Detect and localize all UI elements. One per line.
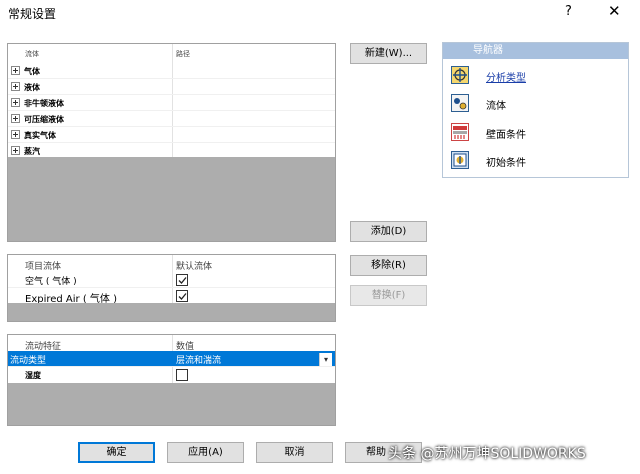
fluid-icon (451, 94, 469, 112)
flow-characteristics-panel: 流动特征 数值 流动类型 层流和湍流 ▾ 湿度 (7, 334, 336, 426)
flow-panel-empty-area (8, 383, 335, 425)
navigator-panel: 导航器 分析类型 流体 壁面条件 初始条件 (442, 42, 629, 178)
fluid-category-label: 蒸汽 (24, 147, 40, 156)
fluid-category-row[interactable]: 气体 (8, 63, 335, 79)
analysis-type-icon (451, 66, 469, 84)
expand-icon[interactable] (11, 114, 20, 123)
default-fluid-header: 默认流体 (176, 262, 213, 272)
fluid-category-row[interactable]: 液体 (8, 79, 335, 95)
humidity-checkbox[interactable] (176, 369, 188, 381)
fluid-category-label: 液体 (24, 83, 40, 92)
fluid-category-row[interactable]: 可压缩液体 (8, 111, 335, 127)
nav-item-label: 初始条件 (486, 158, 526, 169)
expand-icon[interactable] (11, 146, 20, 155)
fluids-header-fluid: 流体 (25, 50, 39, 58)
default-fluid-checkbox[interactable] (176, 274, 188, 286)
flow-type-dropdown[interactable]: 层流和湍流 ▾ (173, 352, 334, 366)
fluids-library-panel: 流体 路径 气体 液体 非牛顿液体 可压缩液体 真实气体 蒸汽 (7, 43, 336, 242)
project-fluid-label: 空气 ( 气体 ) (25, 277, 77, 287)
watermark-text: 头条 @苏州万坤SOLIDWORKS (388, 446, 586, 462)
expand-icon[interactable] (11, 98, 20, 107)
nav-item-analysis-type[interactable]: 分析类型 (449, 65, 624, 87)
add-button[interactable]: 添加(D) (350, 221, 427, 242)
humidity-row[interactable]: 湿度 (8, 367, 335, 383)
remove-button[interactable]: 移除(R) (350, 255, 427, 276)
expand-icon[interactable] (11, 82, 20, 91)
fluid-category-label: 可压缩液体 (24, 115, 64, 124)
help-icon[interactable]: ? (565, 4, 572, 19)
project-fluid-row[interactable]: 空气 ( 气体 ) (8, 272, 335, 288)
ok-button[interactable]: 确定 (78, 442, 155, 463)
navigator-title: 导航器 (443, 43, 628, 59)
new-button[interactable]: 新建(W)... (350, 43, 427, 64)
project-fluids-header: 项目流体 (25, 262, 62, 272)
project-fluids-empty-area (8, 303, 335, 321)
close-icon[interactable]: ✕ (608, 2, 621, 20)
nav-item-initial-conditions[interactable]: 初始条件 (449, 150, 624, 172)
fluids-empty-area (8, 157, 335, 241)
nav-item-wall-conditions[interactable]: 壁面条件 (449, 122, 624, 144)
fluid-category-row[interactable]: 真实气体 (8, 127, 335, 143)
expand-icon[interactable] (11, 130, 20, 139)
fluid-category-row[interactable]: 非牛顿液体 (8, 95, 335, 111)
nav-item-label: 壁面条件 (486, 130, 526, 141)
fluids-header-path: 路径 (176, 50, 190, 58)
project-fluids-panel: 项目流体 默认流体 空气 ( 气体 ) Expired Air ( 气体 ) (7, 254, 336, 322)
fluid-category-label: 非牛顿液体 (24, 99, 64, 108)
nav-item-label: 分析类型 (486, 73, 526, 84)
replace-button[interactable]: 替换(F) (350, 285, 427, 306)
dialog-title: 常规设置 (8, 7, 57, 21)
project-fluid-row[interactable]: Expired Air ( 气体 ) (8, 288, 335, 305)
chevron-down-icon[interactable]: ▾ (319, 353, 332, 366)
apply-button[interactable]: 应用(A) (167, 442, 244, 463)
default-fluid-checkbox[interactable] (176, 290, 188, 302)
cancel-button[interactable]: 取消 (256, 442, 333, 463)
humidity-label: 湿度 (25, 371, 41, 380)
flow-type-label: 流动类型 (10, 356, 47, 366)
flow-type-value: 层流和湍流 (176, 356, 222, 366)
fluid-category-label: 真实气体 (24, 131, 56, 140)
expand-icon[interactable] (11, 66, 20, 75)
wall-conditions-icon (451, 123, 469, 141)
initial-conditions-icon (451, 151, 469, 169)
nav-item-label: 流体 (486, 101, 506, 112)
flow-type-row[interactable]: 流动类型 层流和湍流 ▾ (8, 351, 335, 367)
nav-item-fluid[interactable]: 流体 (449, 93, 624, 115)
fluid-category-label: 气体 (24, 67, 40, 76)
